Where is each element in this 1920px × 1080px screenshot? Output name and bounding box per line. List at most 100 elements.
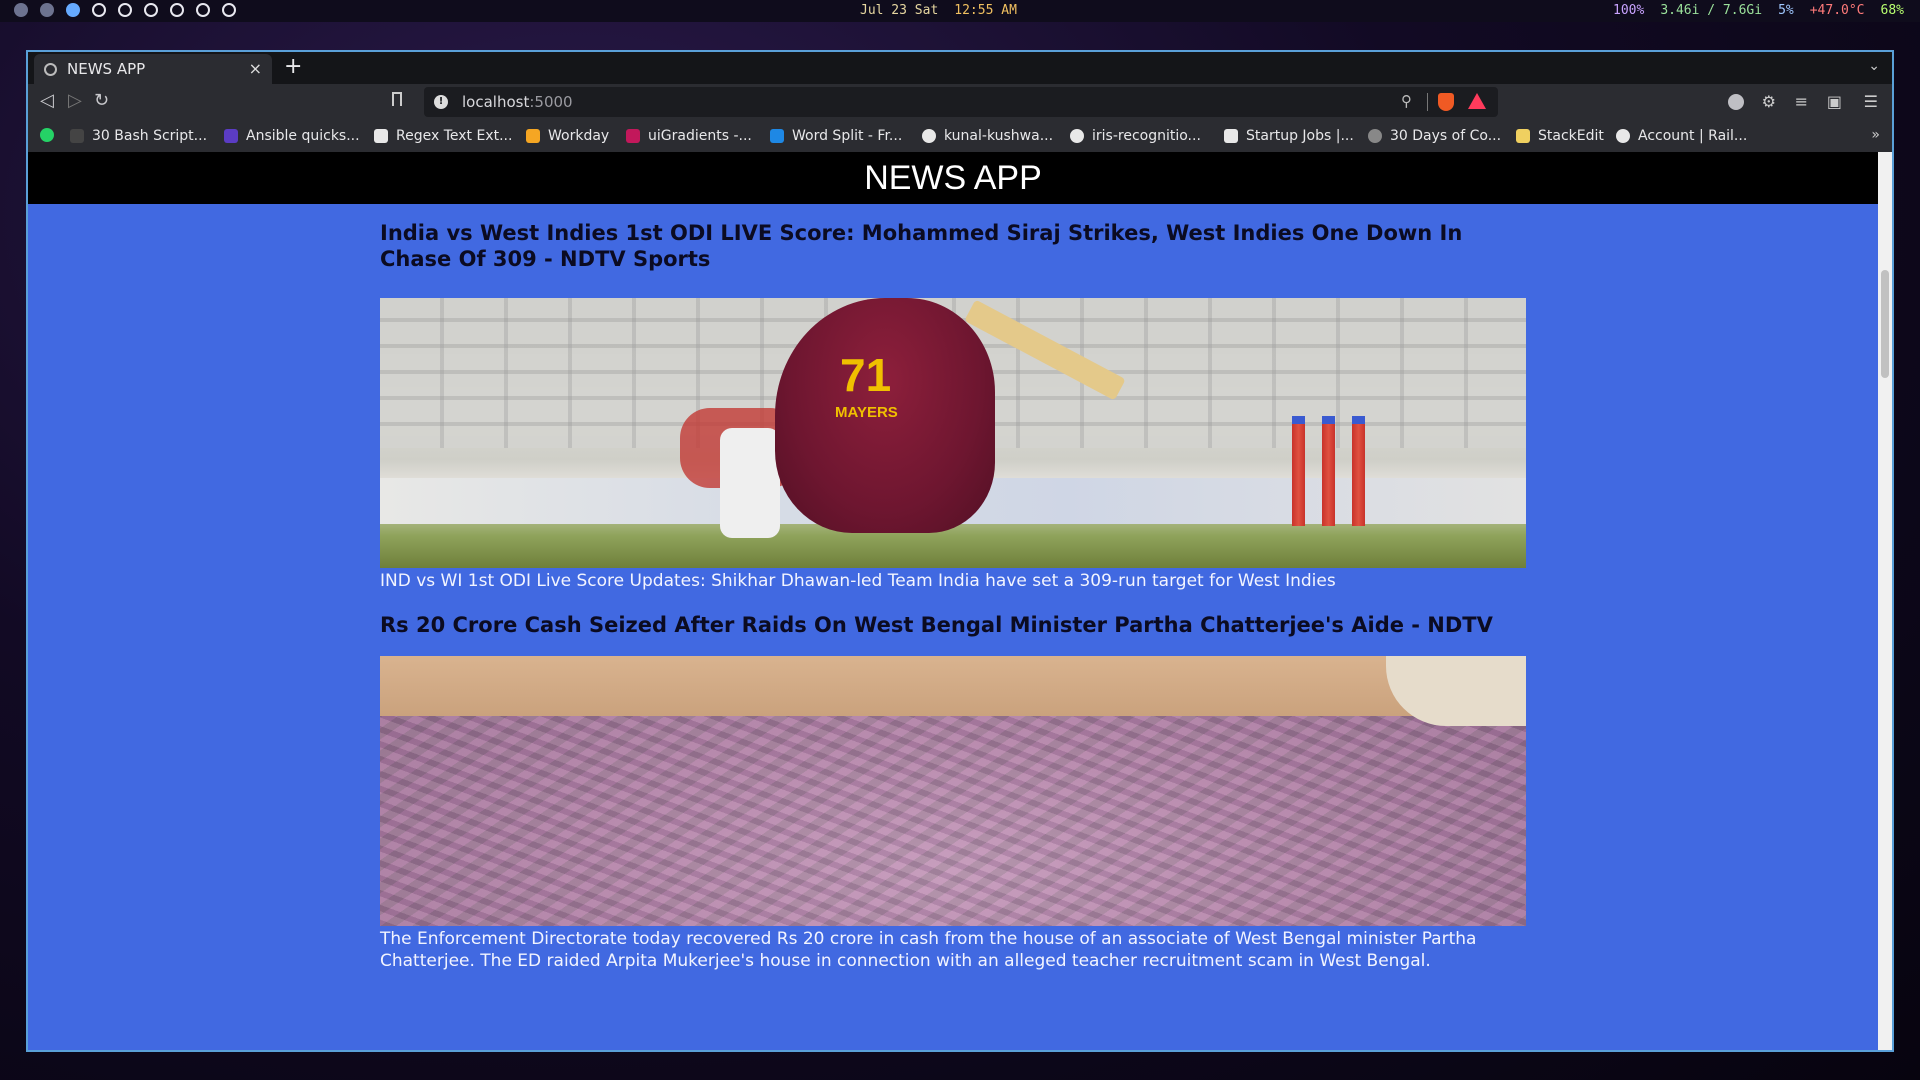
url-host: localhost xyxy=(462,93,530,111)
address-bar-divider xyxy=(1427,93,1428,111)
workspace-4-dot[interactable] xyxy=(92,3,106,17)
bookmark-favicon-icon xyxy=(70,129,84,143)
system-top-bar: Jul 23 Sat 12:55 AM 100% 3.46i / 7.6Gi 5… xyxy=(0,0,1920,22)
tab-bar: NEWS APP × + ⌄ xyxy=(28,52,1892,84)
date-text: Jul 23 Sat xyxy=(860,3,939,18)
bookmark-label: StackEdit xyxy=(1538,128,1604,144)
bookmarks-bar: 30 Bash Script... Ansible quicks... Rege… xyxy=(28,120,1892,152)
bookmark-item[interactable]: Word Split - Fr... xyxy=(770,128,902,144)
article-image xyxy=(380,656,1526,926)
web-page: NEWS APP India vs West Indies 1st ODI LI… xyxy=(28,152,1878,1050)
jersey-number: 71 xyxy=(840,349,892,401)
workspace-6-dot[interactable] xyxy=(144,3,158,17)
bookmark-label: Account | Rail... xyxy=(1638,128,1748,144)
github-icon xyxy=(1070,129,1084,143)
battery-text: 68% xyxy=(1880,3,1904,18)
bookmark-favicon-icon xyxy=(224,129,238,143)
playlist-icon[interactable]: ≡ xyxy=(1795,92,1808,111)
more-bookmarks-button[interactable]: » xyxy=(1871,127,1880,143)
bookmark-favicon-icon xyxy=(1516,129,1530,143)
bookmark-label: Regex Text Ext... xyxy=(396,128,513,144)
workspace-indicators xyxy=(14,3,236,17)
article-title[interactable]: India vs West Indies 1st ODI LIVE Score:… xyxy=(380,220,1526,272)
memory-text: 3.46i / 7.6Gi xyxy=(1660,3,1763,18)
url-port: :5000 xyxy=(529,93,573,111)
bookmark-item[interactable]: Regex Text Ext... xyxy=(374,128,512,144)
news-article: Rs 20 Crore Cash Seized After Raids On W… xyxy=(380,612,1526,972)
bookmark-item[interactable]: 30 Bash Script... xyxy=(70,128,207,144)
article-description: The Enforcement Directorate today recove… xyxy=(380,929,1477,971)
workspace-5-dot[interactable] xyxy=(118,3,132,17)
bookmark-label: Ansible quicks... xyxy=(246,128,360,144)
bookmark-favicon-icon xyxy=(1616,129,1630,143)
tab-news-app[interactable]: NEWS APP × xyxy=(34,54,272,84)
bookmark-favicon-icon xyxy=(770,129,784,143)
bookmark-item[interactable]: Startup Jobs |... xyxy=(1224,128,1354,144)
article-image: 71 MAYERS xyxy=(380,298,1526,568)
clock: Jul 23 Sat 12:55 AM xyxy=(860,3,1017,18)
bookmark-item[interactable]: 30 Days of Co... xyxy=(1368,128,1501,144)
bookmark-label: Word Split - Fr... xyxy=(792,128,903,144)
article-title[interactable]: Rs 20 Crore Cash Seized After Raids On W… xyxy=(380,612,1526,638)
globe-icon xyxy=(44,62,57,76)
site-info-icon[interactable]: ! xyxy=(434,95,448,109)
bookmark-favicon-icon xyxy=(374,129,388,143)
page-header: NEWS APP xyxy=(28,152,1878,204)
bookmark-label: 30 Bash Script... xyxy=(92,128,208,144)
close-tab-icon[interactable]: × xyxy=(249,59,262,78)
menu-icon[interactable]: ☰ xyxy=(1864,92,1878,111)
bookmark-label: 30 Days of Co... xyxy=(1390,128,1502,144)
cpu-text: 5% xyxy=(1778,3,1794,18)
wallet-icon[interactable]: ▣ xyxy=(1827,92,1842,111)
bookmark-icon[interactable] xyxy=(392,92,402,106)
news-article: India vs West Indies 1st ODI LIVE Score:… xyxy=(380,220,1526,592)
address-bar[interactable]: ! localhost:5000 ⚲ xyxy=(424,87,1498,117)
bookmark-favicon-icon xyxy=(626,129,640,143)
bookmark-favicon-icon xyxy=(1224,129,1238,143)
bookmark-item[interactable]: Ansible quicks... xyxy=(224,128,360,144)
new-tab-button[interactable]: + xyxy=(284,54,302,79)
bookmark-item[interactable]: StackEdit xyxy=(1516,128,1604,144)
profile-icon[interactable] xyxy=(1728,94,1744,110)
forward-icon[interactable]: ▷ xyxy=(68,90,82,111)
jersey-name: MAYERS xyxy=(835,404,898,421)
reload-icon[interactable]: ↻ xyxy=(94,90,109,111)
scrollbar-thumb[interactable] xyxy=(1881,270,1889,378)
bookmark-item[interactable]: uiGradients -... xyxy=(626,128,752,144)
bookmark-item[interactable]: Workday xyxy=(526,128,609,144)
temperature-text: +47.0°C xyxy=(1809,3,1865,18)
bookmark-label: Startup Jobs |... xyxy=(1246,128,1354,144)
extensions-icon[interactable]: ⚙ xyxy=(1762,92,1776,111)
whatsapp-icon[interactable] xyxy=(40,128,54,142)
bookmark-label: Workday xyxy=(548,128,610,144)
url-text[interactable]: localhost:5000 xyxy=(462,93,573,111)
back-icon[interactable]: ◁ xyxy=(40,90,54,111)
workspace-8-dot[interactable] xyxy=(196,3,210,17)
bookmark-item[interactable]: kunal-kushwa... xyxy=(922,128,1053,144)
workspace-7-dot[interactable] xyxy=(170,3,184,17)
page-scrollbar[interactable] xyxy=(1878,152,1892,1050)
workspace-3-dot[interactable] xyxy=(66,3,80,17)
bookmark-label: uiGradients -... xyxy=(648,128,752,144)
github-icon xyxy=(922,129,936,143)
workspace-2-dot[interactable] xyxy=(40,3,54,17)
article-description: IND vs WI 1st ODI Live Score Updates: Sh… xyxy=(380,571,1336,591)
bookmark-favicon-icon xyxy=(1368,129,1382,143)
workspace-9-dot[interactable] xyxy=(222,3,236,17)
bookmark-favicon-icon xyxy=(526,129,540,143)
bookmark-item[interactable]: iris-recognitio... xyxy=(1070,128,1201,144)
system-stats: 100% 3.46i / 7.6Gi 5% +47.0°C 68% xyxy=(1613,3,1904,18)
volume-text: 100% xyxy=(1613,3,1645,18)
bookmark-label: kunal-kushwa... xyxy=(944,128,1054,144)
bookmark-label: iris-recognitio... xyxy=(1092,128,1201,144)
brave-shields-icon[interactable] xyxy=(1438,93,1454,111)
brave-rewards-icon[interactable] xyxy=(1468,93,1486,109)
browser-toolbar: ◁ ▷ ↻ ! localhost:5000 ⚲ ⚙ ≡ ▣ ☰ xyxy=(28,84,1892,120)
browser-window: NEWS APP × + ⌄ ◁ ▷ ↻ ! localhost:5000 ⚲ … xyxy=(26,50,1894,1052)
tab-title: NEWS APP xyxy=(67,60,146,78)
workspace-1-dot[interactable] xyxy=(14,3,28,17)
chevron-down-icon[interactable]: ⌄ xyxy=(1868,58,1880,74)
bookmark-item[interactable]: Account | Rail... xyxy=(1616,128,1747,144)
zoom-icon[interactable]: ⚲ xyxy=(1401,92,1412,110)
time-text: 12:55 AM xyxy=(954,3,1017,18)
